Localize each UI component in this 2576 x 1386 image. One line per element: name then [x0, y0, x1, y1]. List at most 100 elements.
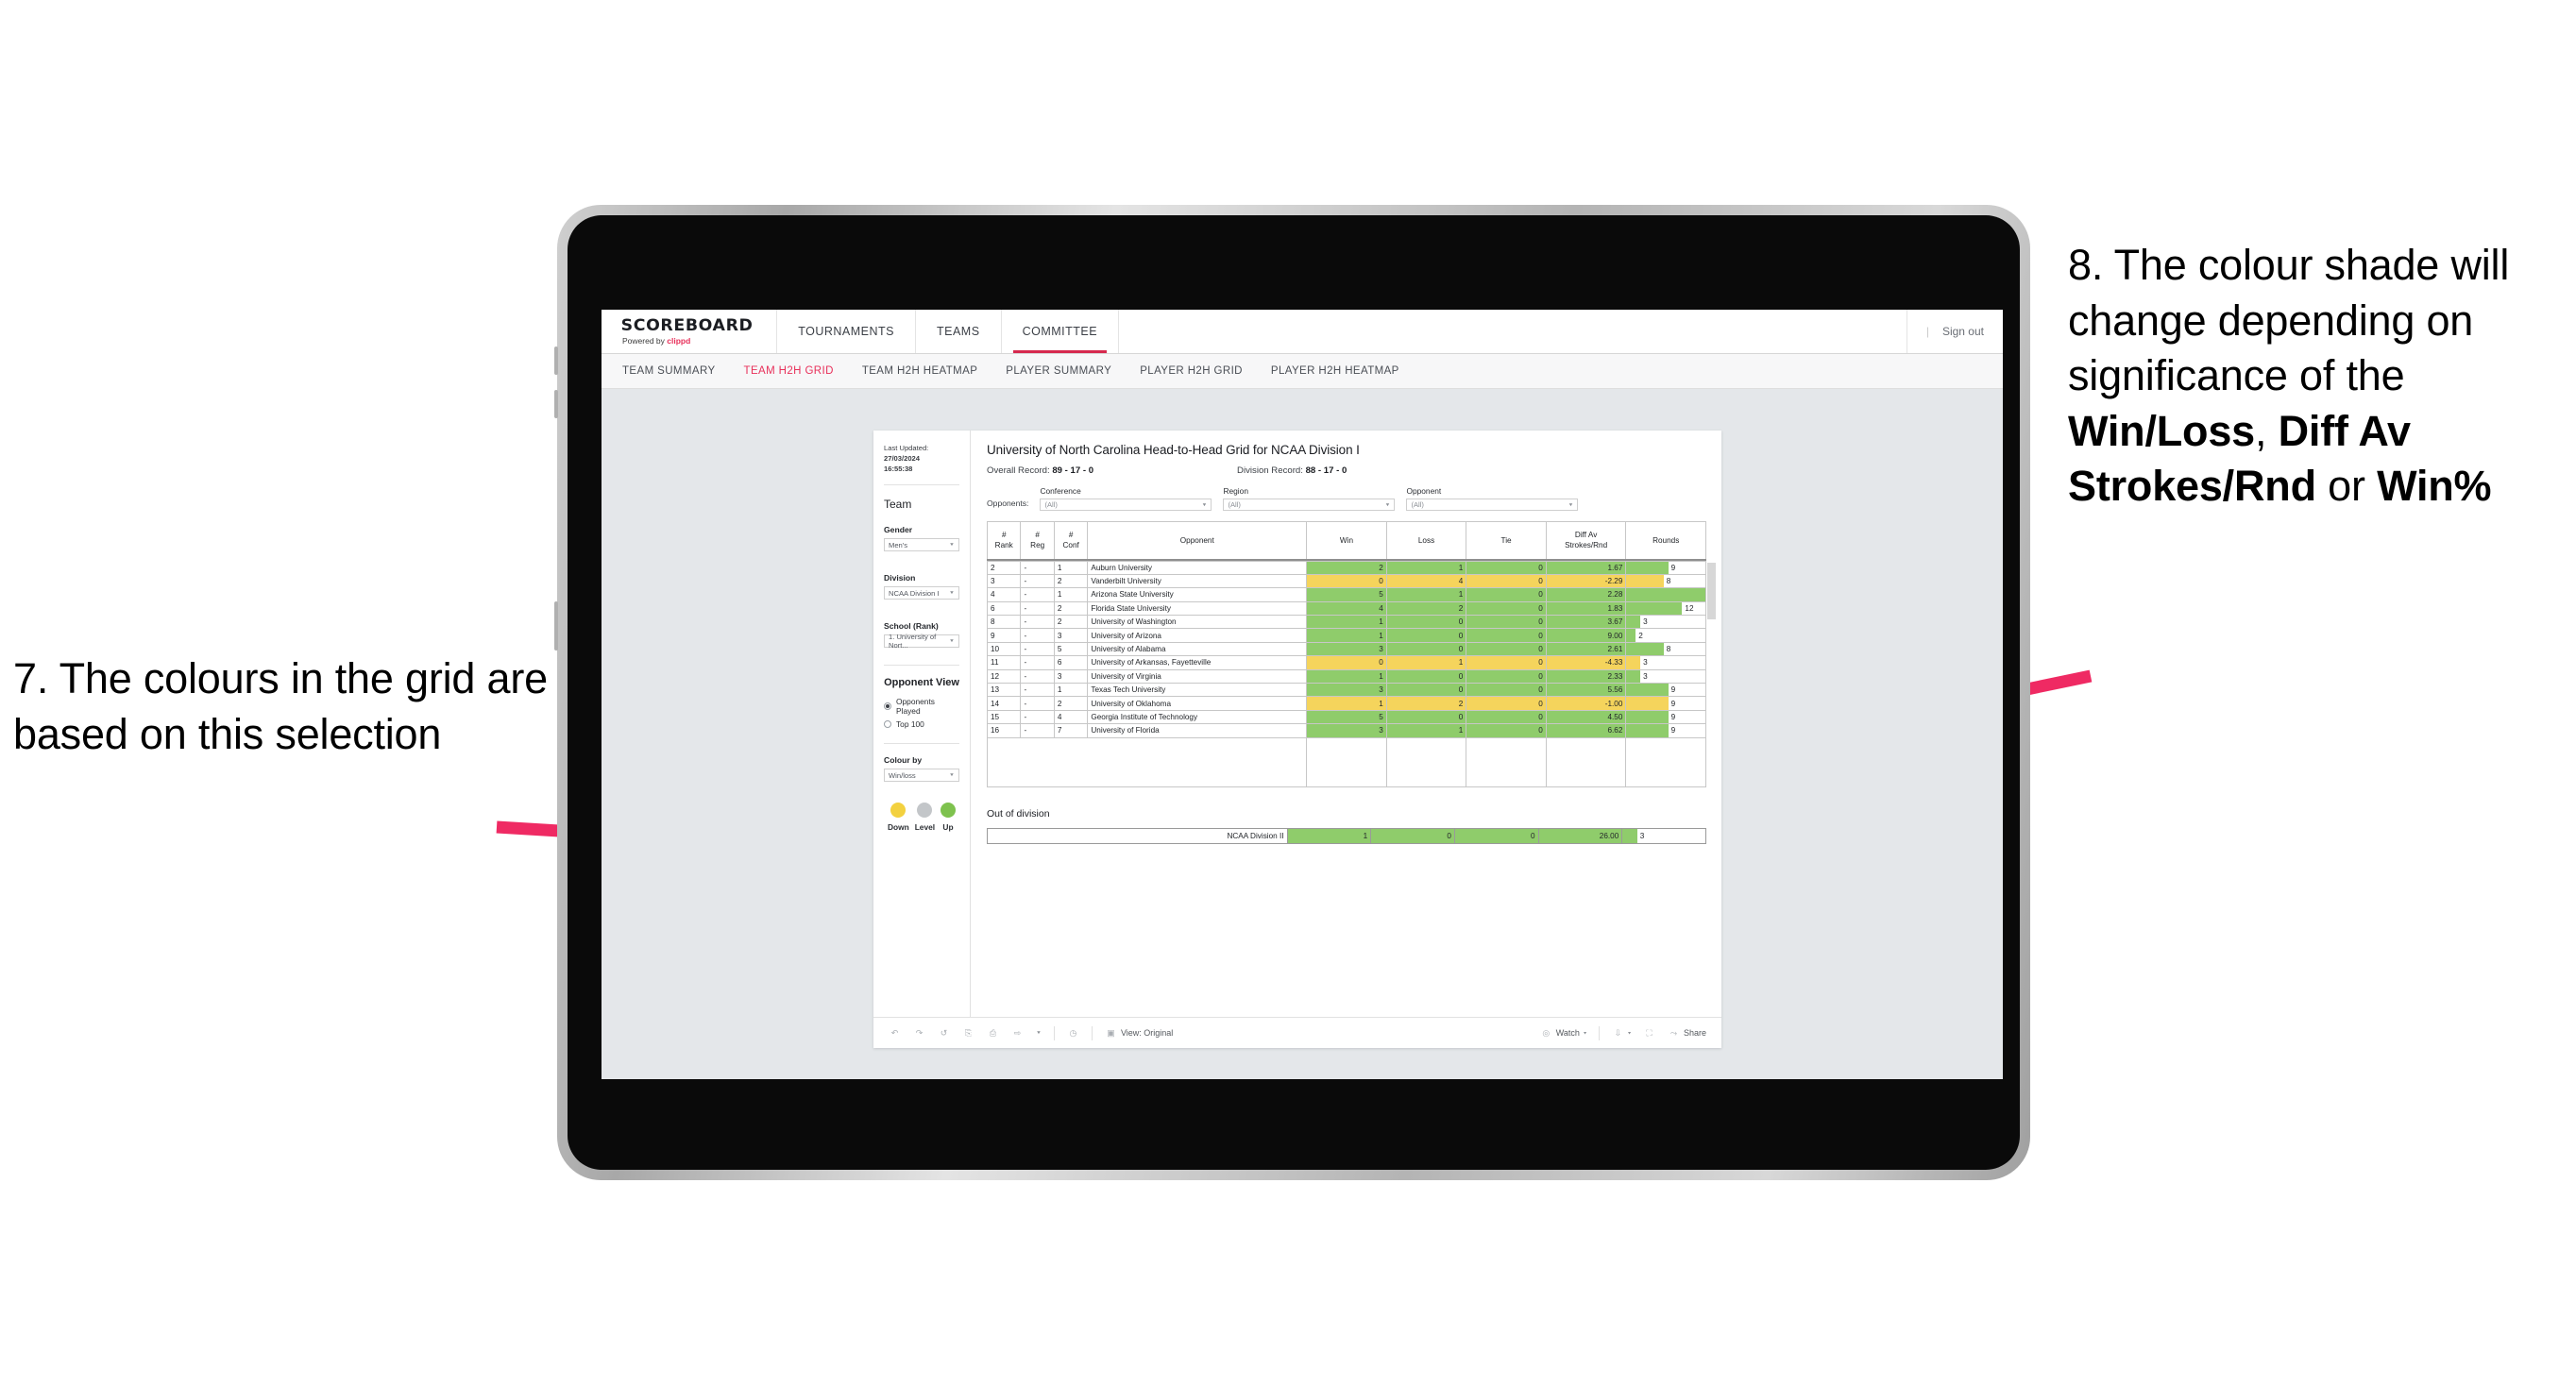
- redo-icon[interactable]: ↷: [913, 1027, 925, 1040]
- share-button[interactable]: ⤳ Share: [1668, 1027, 1706, 1040]
- filter-label-opponent: Opponent: [1406, 486, 1442, 496]
- filter-select-region[interactable]: (All) ▼: [1223, 499, 1396, 511]
- subnav-item-team-h2h-heatmap[interactable]: TEAM H2H HEATMAP: [862, 365, 977, 377]
- subnav-item-player-summary[interactable]: PLAYER SUMMARY: [1006, 365, 1111, 377]
- col-header-win: Win: [1306, 521, 1387, 561]
- cell-win: 2: [1306, 560, 1387, 575]
- table-row[interactable]: 16-7 University of Florida 3 1 0 6.62 9: [987, 723, 1706, 737]
- col-header-rank: # Rank: [986, 521, 1022, 561]
- refresh-icon[interactable]: ⎘: [962, 1027, 974, 1040]
- gender-label: Gender: [884, 525, 913, 534]
- topnav-item-tournaments[interactable]: TOURNAMENTS: [777, 310, 916, 353]
- topnav-item-teams[interactable]: TEAMS: [916, 310, 1002, 353]
- chevron-down-icon[interactable]: ▼: [1036, 1031, 1042, 1036]
- cell-tie: 0: [1466, 668, 1547, 685]
- clock-icon[interactable]: ◷: [1067, 1027, 1079, 1040]
- school-select[interactable]: 1. University of Nort... ▼: [884, 633, 959, 650]
- signout-link[interactable]: Sign out: [1942, 325, 1984, 338]
- out-of-division-table-wrap: NCAA Division II 1 0 0 26.00 3: [987, 827, 1706, 844]
- table-row[interactable]: 9-3 University of Arizona 1 0 0 9.00 2: [987, 628, 1706, 643]
- subnav-item-player-h2h-heatmap[interactable]: PLAYER H2H HEATMAP: [1271, 365, 1399, 377]
- filter-label-conference: Conference: [1040, 486, 1081, 496]
- legend-dot-down: [890, 803, 907, 818]
- cell-diff: 3.67: [1545, 615, 1627, 630]
- download-icon: ⇩: [1614, 1027, 1622, 1038]
- h2h-grid-scroll-area[interactable]: 2-1 Auburn University 2 1 0 1.67 9 3-2 Vanderbil…: [987, 560, 1706, 737]
- col-header-conf-line1: #: [1068, 531, 1074, 540]
- top-navigation-bar: SCOREBOARD Powered by clippd TOURNAMENTS…: [602, 310, 2003, 354]
- colour-by-select[interactable]: Win/loss ▼: [884, 769, 959, 782]
- pause-icon[interactable]: ⎙: [987, 1027, 999, 1040]
- division-select[interactable]: NCAA Division I ▼: [884, 586, 959, 600]
- table-row[interactable]: 4-1Arizona State University5102.2817: [987, 587, 1706, 602]
- brand-sub-prefix: Powered by: [622, 335, 668, 346]
- cell-conf: 3: [1053, 628, 1089, 643]
- cell-loss: 0: [1385, 683, 1467, 698]
- redo-arrow-icon[interactable]: ⇨: [1011, 1027, 1024, 1040]
- table-row[interactable]: 14-2 University of Oklahoma 1 2 0 -1.00 9: [987, 696, 1706, 711]
- revert-icon[interactable]: ↺: [938, 1027, 950, 1040]
- subnav-item-player-h2h-grid[interactable]: PLAYER H2H GRID: [1140, 365, 1243, 377]
- col-header-loss: Loss: [1385, 521, 1467, 561]
- download-button[interactable]: ⇩ ▾: [1612, 1027, 1631, 1040]
- radio-top-100[interactable]: Top 100: [884, 719, 959, 729]
- tablet-screen: SCOREBOARD Powered by clippd TOURNAMENTS…: [568, 215, 2020, 1170]
- cell-loss: 1: [1385, 587, 1467, 602]
- cell-reg: -: [1020, 587, 1055, 602]
- gender-select[interactable]: Men's ▼: [884, 538, 959, 551]
- table-row[interactable]: 13-1 Texas Tech University 3 0 0 5.56 9: [987, 683, 1706, 698]
- cell-diff: 1.83: [1545, 600, 1627, 617]
- grid-scrollbar-thumb[interactable]: [1707, 563, 1716, 619]
- rounds-value: 8: [1666, 577, 1671, 586]
- cell-rounds: 3: [1625, 615, 1706, 630]
- table-row[interactable]: 15-4 Georgia Institute of Technology 5 0 0 4.…: [987, 709, 1706, 725]
- fullscreen-icon[interactable]: ⛶: [1643, 1027, 1655, 1040]
- sidebar-divider-2: [884, 665, 959, 666]
- cell-reg: -: [1020, 560, 1055, 575]
- annotation-8-mid2: or: [2315, 462, 2378, 510]
- chevron-down-icon: ▼: [949, 638, 955, 644]
- annotation-8-bold-winpct: Win%: [2377, 462, 2492, 510]
- overall-record-value: 89 - 17 - 0: [1052, 465, 1094, 476]
- rounds-value: 3: [1639, 831, 1645, 840]
- table-row[interactable]: 6-2 Florida State University 4 2 0 1.83 12: [987, 600, 1706, 617]
- chevron-down-icon: ▼: [949, 772, 955, 778]
- rounds-value: 3: [1643, 658, 1648, 668]
- filter-select-opponent[interactable]: (All) ▼: [1406, 499, 1579, 511]
- subnav-item-team-h2h-grid[interactable]: TEAM H2H GRID: [744, 365, 834, 377]
- undo-icon[interactable]: ↶: [889, 1027, 901, 1040]
- watch-icon: ◎: [1542, 1027, 1551, 1038]
- cell-conf: 1: [1053, 587, 1089, 602]
- table-row[interactable]: 3-2 Vanderbilt University 0 4 0 -2.29 8: [987, 573, 1706, 589]
- cell-reg: -: [1020, 723, 1055, 737]
- table-row[interactable]: 11-6 University of Arkansas, Fayetteville…: [987, 655, 1706, 670]
- cell-diff: 2.33: [1545, 668, 1627, 685]
- out-of-division-title: Out of division: [987, 807, 1050, 820]
- sub-navigation-bar: TEAM SUMMARY TEAM H2H GRID TEAM H2H HEAT…: [602, 354, 2003, 389]
- table-row[interactable]: 12-3 University of Virginia 1 0 0 2.33 3: [987, 668, 1706, 685]
- filter-opponent: Opponent (All) ▼: [1406, 486, 1579, 511]
- watch-button[interactable]: ◎ Watch ▾: [1540, 1027, 1586, 1040]
- annotation-8-pre: 8. The colour shade will change dependin…: [2068, 241, 2510, 399]
- topnav-item-committee[interactable]: COMMITTEE: [1002, 310, 1120, 353]
- col-header-reg-line2: Reg: [1030, 541, 1045, 550]
- cell-tie: 0: [1466, 641, 1547, 657]
- filter-select-conference[interactable]: (All) ▼: [1040, 499, 1212, 511]
- brand-logo[interactable]: SCOREBOARD Powered by clippd: [602, 310, 778, 353]
- cell-loss: 0: [1385, 709, 1467, 725]
- legend-item-down: Down: [888, 803, 909, 832]
- subnav-item-team-summary[interactable]: TEAM SUMMARY: [622, 365, 716, 377]
- rounds-bar: [1622, 828, 1637, 843]
- view-original-button[interactable]: ▣ View: Original: [1105, 1027, 1173, 1040]
- cell-diff: 2.61: [1545, 641, 1627, 657]
- annotation-8-mid1: ,: [2255, 406, 2279, 455]
- cell-diff: -2.29: [1545, 573, 1627, 589]
- ood-tie: 0: [1453, 827, 1539, 844]
- table-row[interactable]: 10-5 University of Alabama 3 0 0 2.61 8: [987, 641, 1706, 657]
- device-button-side: [554, 601, 558, 651]
- cell-rank: 13: [987, 683, 1022, 698]
- table-row[interactable]: 2-1 Auburn University 2 1 0 1.67 9: [987, 560, 1706, 575]
- cell-rank: 2: [987, 560, 1022, 575]
- table-row[interactable]: 8-2 University of Washington 1 0 0 3.67 3: [987, 615, 1706, 630]
- radio-opponents-played[interactable]: Opponents Played: [884, 697, 959, 716]
